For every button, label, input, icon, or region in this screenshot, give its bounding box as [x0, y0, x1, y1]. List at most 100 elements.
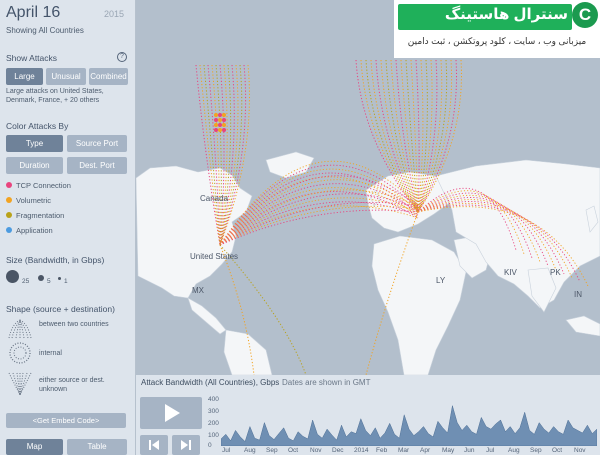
attack-source-dot — [222, 113, 226, 117]
month-tick-label: Aug — [508, 447, 520, 454]
bandwidth-gmt-note: Dates are shown in GMT — [282, 378, 371, 387]
attack-source-dot — [218, 113, 222, 117]
bandwidth-title: Attack Bandwidth (All Countries), Gbps — [141, 378, 280, 387]
map-label-pk: PK — [550, 268, 561, 277]
attack-source-dot — [214, 113, 218, 117]
showing-countries-label: Showing All Countries — [6, 26, 84, 35]
step-forward-icon — [181, 440, 191, 450]
month-tick-label: 2014 — [354, 447, 369, 454]
y-tick-300: 300 — [208, 408, 219, 415]
color-type-button[interactable]: Type — [6, 135, 63, 152]
application-dot-icon — [6, 227, 12, 234]
shape-unknown-label: either source or dest. unknown — [39, 377, 105, 393]
legend-volumetric-label: Volumetric — [16, 196, 52, 205]
color-duration-button[interactable]: Duration — [6, 157, 63, 174]
volumetric-dot-icon — [6, 197, 12, 204]
legend-tcp: TCP Connection — [6, 181, 71, 191]
tcp-dot-icon — [6, 182, 12, 189]
size-medium-label: 5 — [47, 278, 51, 285]
size-legend: 25 5 1 — [6, 268, 126, 288]
map-label-in: IN — [574, 290, 582, 299]
shape-between-label: between two countries — [39, 321, 109, 328]
filter-unusual-button[interactable]: Unusual — [46, 68, 86, 85]
show-attacks-title: Show Attacks — [6, 53, 58, 63]
current-year: 2015 — [103, 9, 124, 19]
attack-source-dot — [222, 123, 226, 127]
size-large-label: 25 — [22, 278, 30, 285]
date-header: April 16 2015 — [6, 4, 128, 26]
attack-source-dot — [214, 128, 218, 132]
between-countries-shape-icon — [8, 319, 32, 339]
map-label-united-states: United States — [190, 252, 239, 261]
month-tick-label: Dec — [332, 447, 344, 454]
month-tick-label: Mar — [398, 447, 410, 454]
landmasses — [136, 151, 600, 375]
attack-source-dot — [214, 123, 218, 127]
y-tick-100: 100 — [208, 432, 219, 439]
size-small-bubble-icon — [58, 277, 61, 280]
play-button[interactable] — [140, 397, 202, 429]
fragmentation-dot-icon — [6, 212, 12, 219]
step-forward-button[interactable] — [172, 435, 200, 455]
legend-application-label: Application — [16, 226, 53, 235]
month-tick-label: May — [442, 447, 455, 454]
legend-fragmentation: Fragmentation — [6, 211, 64, 221]
month-tick-label: Oct — [288, 447, 299, 454]
legend-volumetric: Volumetric — [6, 196, 51, 206]
filter-combined-button[interactable]: Combined — [89, 68, 128, 85]
play-icon — [165, 404, 180, 422]
attack-source-dot — [214, 118, 218, 122]
logo-tagline: میزبانی وب ، سایت ، کلود پروتکشن ، ثبت د… — [407, 36, 587, 46]
table-view-tab[interactable]: Table — [67, 439, 127, 455]
step-back-button[interactable] — [140, 435, 168, 455]
central-hosting-logo[interactable]: سنترال هاستینگ C میزبانی وب ، سایت ، کلو… — [394, 0, 600, 58]
month-tick-label: Apr — [420, 447, 431, 454]
bandwidth-chart[interactable] — [221, 394, 597, 446]
month-tick-label: Nov — [574, 447, 586, 454]
y-tick-400: 400 — [208, 396, 219, 403]
help-icon[interactable]: ? — [117, 52, 127, 62]
large-attacks-note: Large attacks on United States, Denmark,… — [6, 88, 104, 104]
legend-application: Application — [6, 226, 53, 236]
map-view-tab[interactable]: Map — [6, 439, 63, 455]
month-tick-label: Jul — [222, 447, 231, 454]
logo-mark-icon: C — [572, 2, 598, 28]
filter-large-button[interactable]: Large — [6, 68, 43, 85]
map-label-canada: Canada — [200, 194, 229, 203]
attack-source-dot — [222, 128, 226, 132]
size-large-bubble-icon — [6, 270, 19, 283]
shape-internal-label: internal — [39, 350, 62, 357]
current-date: April 16 — [6, 4, 61, 21]
attack-source-dot — [218, 118, 222, 122]
month-tick-label: Jun — [464, 447, 475, 454]
y-tick-200: 200 — [208, 420, 219, 427]
legend-tcp-label: TCP Connection — [16, 181, 71, 190]
size-small-label: 1 — [64, 278, 68, 285]
logo-title: سنترال هاستینگ — [444, 6, 568, 23]
attack-source-dot — [218, 128, 222, 132]
map-label-ly: LY — [436, 276, 446, 285]
attack-source-dot — [222, 118, 226, 122]
map-label-mexico: MX — [192, 286, 204, 295]
month-tick-label: Jul — [486, 447, 495, 454]
size-title: Size (Bandwidth, in Gbps) — [6, 255, 105, 265]
unknown-shape-icon — [8, 372, 32, 396]
size-medium-bubble-icon — [38, 275, 44, 281]
step-back-icon — [149, 440, 159, 450]
color-source-port-button[interactable]: Source Port — [67, 135, 127, 152]
month-tick-label: Aug — [244, 447, 256, 454]
month-tick-label: Sep — [530, 447, 542, 454]
legend-fragmentation-label: Fragmentation — [16, 211, 65, 220]
color-dest-port-button[interactable]: Dest. Port — [67, 157, 127, 174]
shape-title: Shape (source + destination) — [6, 304, 115, 314]
map-label-kiv: KIV — [504, 268, 517, 277]
y-tick-0: 0 — [208, 442, 212, 449]
month-tick-label: Feb — [376, 447, 388, 454]
sidebar: April 16 2015 Showing All Countries Show… — [0, 0, 136, 455]
bandwidth-panel: Attack Bandwidth (All Countries), Gbps D… — [136, 375, 600, 455]
month-tick-label: Oct — [552, 447, 563, 454]
bandwidth-area — [221, 405, 597, 446]
get-embed-code-button[interactable]: <Get Embed Code> — [6, 413, 126, 428]
month-tick-label: Nov — [310, 447, 322, 454]
month-tick-label: Sep — [266, 447, 278, 454]
